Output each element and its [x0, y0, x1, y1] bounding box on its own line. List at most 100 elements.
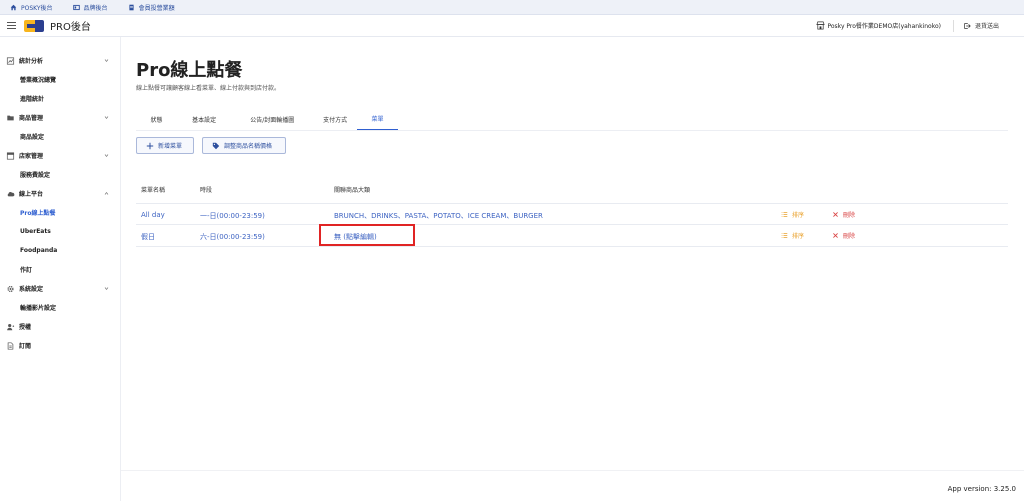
chevron-down-icon [104, 154, 109, 158]
delete-button[interactable]: 刪除 [832, 231, 855, 240]
adjust-price-button[interactable]: 調整商品名稱價格 [202, 137, 286, 154]
page-title: Pro線上點餐 [136, 60, 243, 81]
sidebar-item-label: 商品管理 [19, 115, 44, 122]
sidebar-item-label: 訂閱 [19, 343, 32, 350]
sidebar-item-label: 商品設定 [20, 134, 45, 141]
footer-divider [121, 470, 1024, 471]
menu-name-link[interactable]: All day [141, 211, 165, 219]
column-header-menu-name: 菜單名稱 [141, 187, 166, 194]
sidebar-group-system-settings[interactable]: 系統設定 [0, 279, 120, 298]
sidebar-item-label: 授權 [19, 324, 32, 331]
chevron-down-icon [104, 59, 109, 63]
sidebar-item-label: 服務費設定 [20, 172, 51, 179]
sidebar-item-label: 進階統計 [20, 96, 45, 103]
sidebar-group-store[interactable]: 店家管理 [0, 146, 120, 165]
sidebar-item-pro-online-order[interactable]: Pro線上點餐 [0, 203, 120, 222]
sidebar-item-orders[interactable]: 作訂 [0, 260, 120, 279]
add-menu-label: 新增菜單 [158, 143, 183, 150]
tab-menu[interactable]: 菜單 [357, 108, 399, 130]
sidebar-group-statistics[interactable]: 統計分析 [0, 51, 120, 70]
sidebar-item-label: 店家管理 [19, 153, 44, 160]
tab-basic-settings[interactable]: 基本設定 [177, 108, 231, 130]
close-icon [833, 233, 838, 238]
column-header-period: 時段 [200, 187, 213, 194]
table-row: 假日 六-日(00:00-23:59) 無 (點擊編輯) 排序 刪除 [136, 225, 1008, 247]
list-icon [781, 233, 788, 238]
column-header-categories: 關聯商品大類 [334, 187, 371, 194]
sort-label: 排序 [792, 212, 805, 219]
file-icon [7, 341, 14, 350]
sidebar-item-service-fee[interactable]: 服務費設定 [0, 165, 120, 184]
table-row: All day 一-日(00:00-23:59) BRUNCH、DRINKS、P… [136, 203, 1008, 225]
home-icon [10, 4, 17, 10]
sidebar-group-authorization[interactable]: 授權 [0, 317, 120, 336]
logout-label: 退貨送出 [974, 23, 999, 30]
main-content: Pro線上點餐 線上點餐可讓顧客線上看菜單、線上付款與到店付款。 狀態 基本設定… [121, 37, 1024, 501]
plus-icon [146, 142, 154, 149]
gear-icon [7, 285, 14, 292]
sort-button[interactable]: 排序 [781, 231, 804, 240]
tab-divider [136, 130, 1008, 131]
brand-title: PRO後台 [50, 22, 91, 33]
brand-logo [24, 19, 44, 32]
highlight-annotation-box [319, 224, 415, 246]
menu-name-link[interactable]: 假日 [141, 232, 155, 242]
delete-label: 刪除 [843, 233, 856, 240]
chart-icon [6, 56, 15, 65]
delete-label: 刪除 [843, 212, 856, 219]
top-bar: POSKY後台 品牌後台 會員投營業額 [0, 0, 1024, 15]
add-menu-button[interactable]: 新增菜單 [136, 137, 194, 154]
sidebar: 統計分析 營業概況總覽 進階統計 商品管理 商品設定 店家管理 服務費設定 線上… [0, 37, 121, 501]
store-selector[interactable]: Posky Pro餐作業DEMO店(yahankinoko) [816, 19, 954, 32]
topbar-link-member[interactable]: 會員投營業額 [128, 3, 175, 12]
store-name: Posky Pro餐作業DEMO店(yahankinoko) [827, 23, 941, 30]
menu-period-link[interactable]: 六-日(00:00-23:59) [200, 232, 265, 242]
sidebar-item-label: UberEats [20, 228, 51, 235]
store-icon [816, 21, 826, 30]
menu-period-link[interactable]: 一-日(00:00-23:59) [200, 211, 265, 221]
topbar-link-brand[interactable]: 品牌後台 [72, 3, 108, 12]
topbar-link-label: POSKY後台 [21, 4, 53, 12]
sidebar-item-overview[interactable]: 營業概況總覽 [0, 70, 120, 89]
tab-announcement-carousel[interactable]: 公告/封面輪播圖 [231, 108, 313, 130]
user-icon [7, 323, 15, 330]
tab-payment-methods[interactable]: 支付方式 [313, 108, 357, 130]
delete-button[interactable]: 刪除 [832, 210, 855, 219]
menu-categories-link[interactable]: BRUNCH、DRINKS、PASTA、POTATO、ICE CREAM、BUR… [334, 211, 543, 221]
sidebar-item-label: Pro線上點餐 [20, 210, 56, 217]
sort-label: 排序 [792, 233, 805, 240]
list-icon [781, 212, 788, 217]
dashboard-icon [72, 4, 80, 10]
hamburger-menu-icon[interactable] [7, 22, 16, 29]
chevron-up-icon [104, 191, 109, 195]
logout-button[interactable]: 退貨送出 [954, 21, 1024, 30]
sidebar-item-label: Foodpanda [20, 247, 58, 254]
folder-icon [7, 115, 14, 120]
sidebar-group-online-platform[interactable]: 線上平台 [0, 184, 120, 203]
logout-icon [964, 22, 971, 29]
sidebar-group-products[interactable]: 商品管理 [0, 108, 120, 127]
cloud-icon [7, 191, 15, 196]
sidebar-group-subscription[interactable]: 訂閱 [0, 336, 120, 355]
sidebar-item-label: 系統設定 [19, 286, 44, 293]
sort-button[interactable]: 排序 [781, 210, 804, 219]
tab-bar: 狀態 基本設定 公告/封面輪播圖 支付方式 菜單 [136, 108, 399, 130]
document-icon [128, 4, 134, 10]
sidebar-item-label: 線上平台 [19, 191, 44, 198]
page-subtitle: 線上點餐可讓顧客線上看菜單、線上付款與到店付款。 [136, 85, 281, 92]
close-icon [833, 212, 838, 217]
store-icon [6, 151, 15, 160]
sidebar-item-advanced-stats[interactable]: 進階統計 [0, 89, 120, 108]
app-header: PRO後台 Posky Pro餐作業DEMO店(yahankinoko) 退貨送… [0, 15, 1024, 37]
chevron-down-icon [104, 116, 109, 120]
tab-status[interactable]: 狀態 [136, 108, 177, 130]
topbar-link-posky[interactable]: POSKY後台 [10, 3, 53, 12]
topbar-link-label: 品牌後台 [83, 4, 108, 12]
adjust-price-label: 調整商品名稱價格 [224, 143, 273, 150]
sidebar-item-product-settings[interactable]: 商品設定 [0, 127, 120, 146]
app-version: App version: 3.25.0 [947, 485, 1016, 493]
sidebar-item-ubereats[interactable]: UberEats [0, 222, 120, 241]
sidebar-item-label: 營業概況總覽 [20, 77, 57, 84]
sidebar-item-video-carousel[interactable]: 輪播影片設定 [0, 298, 120, 317]
sidebar-item-foodpanda[interactable]: Foodpanda [0, 241, 120, 260]
